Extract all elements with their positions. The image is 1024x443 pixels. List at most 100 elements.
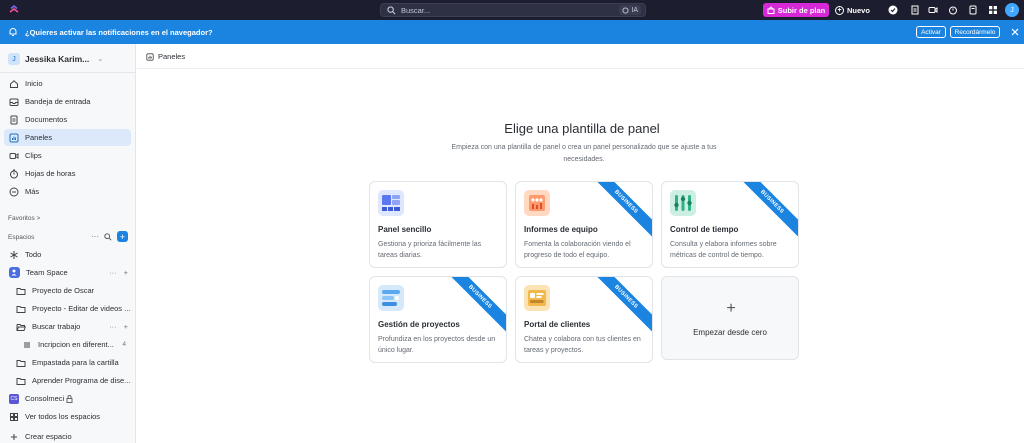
bell-icon xyxy=(9,28,17,36)
ai-button[interactable]: IA xyxy=(619,5,641,15)
close-icon[interactable] xyxy=(1010,27,1020,37)
tree-label: Aprender Programa de dise... xyxy=(32,376,131,385)
user-avatar[interactable]: J xyxy=(1005,3,1019,17)
space-item-consolmeci[interactable]: CS Consolmeci xyxy=(9,390,136,407)
document-icon xyxy=(10,115,18,124)
add-space-button[interactable]: + xyxy=(117,231,128,242)
template-card-portal-de-clientes[interactable]: Portal de clientes Chatea y colabora con… xyxy=(515,276,653,363)
page-subtitle: Empieza con una plantilla de panel o cre… xyxy=(451,144,717,163)
nav-item-hojas-de-horas[interactable]: Hojas de horas xyxy=(4,165,131,182)
nav-item-clips[interactable]: Clips xyxy=(4,147,131,164)
business-badge: BUSINESS xyxy=(730,182,798,244)
folder-item[interactable]: Aprender Programa de dise... xyxy=(16,372,136,389)
inbox-icon xyxy=(9,98,19,106)
grid-apps-icon[interactable] xyxy=(988,5,998,15)
template-card-informes-de-equipo[interactable]: Informes de equipo Fomenta la colaboraci… xyxy=(515,181,653,268)
folder-item[interactable]: Empastada para la cartilla xyxy=(16,354,136,371)
list-icon xyxy=(24,342,30,347)
breadcrumb[interactable]: Paneles xyxy=(146,52,185,61)
plus-icon xyxy=(11,433,17,440)
tree-label: Proyecto de Oscar xyxy=(32,286,95,295)
search-bar[interactable]: Buscar... IA xyxy=(380,3,646,17)
tree-label: Buscar trabajo xyxy=(32,322,81,331)
tree-tools: ··· + xyxy=(109,268,128,277)
card-title: Portal de clientes xyxy=(524,320,591,329)
folder-item-open[interactable]: Buscar trabajo ··· + xyxy=(16,318,136,335)
spaces-more-button[interactable]: ··· xyxy=(91,232,99,241)
sidebar: J Jessika Karim... ⌄ Inicio Bandeja de e… xyxy=(0,44,136,443)
tree-label: Incripcion en diferent... xyxy=(38,340,114,349)
team-space-icon xyxy=(9,267,20,278)
upgrade-button[interactable]: Subir de plan xyxy=(763,3,829,17)
workspace-switcher[interactable]: J Jessika Karim... ⌄ xyxy=(8,53,103,65)
nav-label: Bandeja de entrada xyxy=(25,97,91,106)
start-from-scratch-card[interactable]: + Empezar desde cero xyxy=(661,276,799,360)
space-badge-icon: CS xyxy=(9,393,19,404)
more-button[interactable]: ··· xyxy=(109,322,117,331)
time-tracking-illustration-icon xyxy=(670,190,696,216)
team-reports-illustration-icon xyxy=(524,190,550,216)
notepad-icon[interactable] xyxy=(968,5,978,15)
nav-item-paneles[interactable]: Paneles xyxy=(4,129,131,146)
dashboard-icon xyxy=(9,133,19,142)
document-icon[interactable] xyxy=(910,5,920,15)
client-portal-illustration-icon xyxy=(524,285,550,311)
card-title: Gestión de proyectos xyxy=(378,320,460,329)
space-item-team-space[interactable]: Team Space ··· + xyxy=(9,264,136,281)
workspace-name: Jessika Karim... xyxy=(25,54,90,64)
list-item[interactable]: Incripcion en diferent... 4 xyxy=(22,336,132,353)
notification-banner: ¿Quieres activar las notificaciones en e… xyxy=(0,20,1024,44)
timesheet-icon xyxy=(10,169,18,178)
activate-button[interactable]: Activar xyxy=(916,26,946,38)
card-title: Informes de equipo xyxy=(524,225,598,234)
remind-me-button[interactable]: Recordármelo xyxy=(950,26,1000,38)
folder-open-icon xyxy=(16,323,26,331)
card-description: Fomenta la colaboración viendo el progre… xyxy=(524,241,631,259)
tree-tools: ··· + xyxy=(109,322,128,331)
new-button[interactable]: + Nuevo xyxy=(835,3,875,17)
tree-label: Team Space xyxy=(26,268,68,277)
nav-label: Hojas de horas xyxy=(25,169,76,178)
folder-icon xyxy=(16,305,26,313)
app-logo-icon[interactable] xyxy=(8,4,20,16)
card-description: Gestiona y prioriza fácilmente las tarea… xyxy=(378,241,482,259)
create-space[interactable]: Crear espacio xyxy=(9,428,136,443)
search-icon[interactable] xyxy=(104,232,112,241)
check-circle-icon[interactable] xyxy=(888,5,898,15)
add-button[interactable]: + xyxy=(124,268,128,277)
plus-circle-icon: + xyxy=(835,5,844,15)
nav-item-bandeja[interactable]: Bandeja de entrada xyxy=(4,93,131,110)
folder-icon xyxy=(16,287,26,295)
task-count: 4 xyxy=(122,341,126,348)
simple-dashboard-illustration-icon xyxy=(378,190,404,216)
alarm-clock-icon[interactable] xyxy=(948,5,958,15)
add-button[interactable]: + xyxy=(124,322,128,331)
ai-sparkle-icon xyxy=(622,6,629,14)
template-card-gestion-de-proyectos[interactable]: Gestión de proyectos Profundiza en los p… xyxy=(369,276,507,363)
folder-icon xyxy=(16,377,26,385)
tree-label: Proyecto - Editar de videos ... xyxy=(32,304,131,313)
video-icon[interactable] xyxy=(928,5,938,15)
breadcrumb-label: Paneles xyxy=(158,52,186,61)
space-item-todo[interactable]: Todo xyxy=(9,246,136,263)
upgrade-icon xyxy=(767,6,775,14)
nav-item-inicio[interactable]: Inicio xyxy=(4,75,131,92)
tree-label: Todo xyxy=(25,250,42,259)
folder-item[interactable]: Proyecto - Editar de videos ... xyxy=(16,300,136,317)
nav-label: Clips xyxy=(25,151,42,160)
nav-item-mas[interactable]: Más xyxy=(4,183,131,200)
card-description: Profundiza en los proyectos desde un úni… xyxy=(378,336,496,354)
grid-icon xyxy=(10,412,18,421)
template-card-panel-sencillo[interactable]: Panel sencillo Gestiona y prioriza fácil… xyxy=(369,181,507,268)
nav-label: Inicio xyxy=(25,79,43,88)
workspace-avatar: J xyxy=(8,53,20,65)
search-icon xyxy=(387,5,396,14)
more-button[interactable]: ··· xyxy=(109,268,117,277)
card-title: Control de tiempo xyxy=(670,225,739,234)
view-all-spaces[interactable]: Ver todos los espacios xyxy=(9,408,136,425)
tree-label: Crear espacio xyxy=(25,432,72,441)
template-card-control-de-tiempo[interactable]: Control de tiempo Consulta y elabora inf… xyxy=(661,181,799,268)
nav-item-documentos[interactable]: Documentos xyxy=(4,111,131,128)
folder-item[interactable]: Proyecto de Oscar xyxy=(16,282,136,299)
favorites-section[interactable]: Favoritos > xyxy=(8,215,40,222)
